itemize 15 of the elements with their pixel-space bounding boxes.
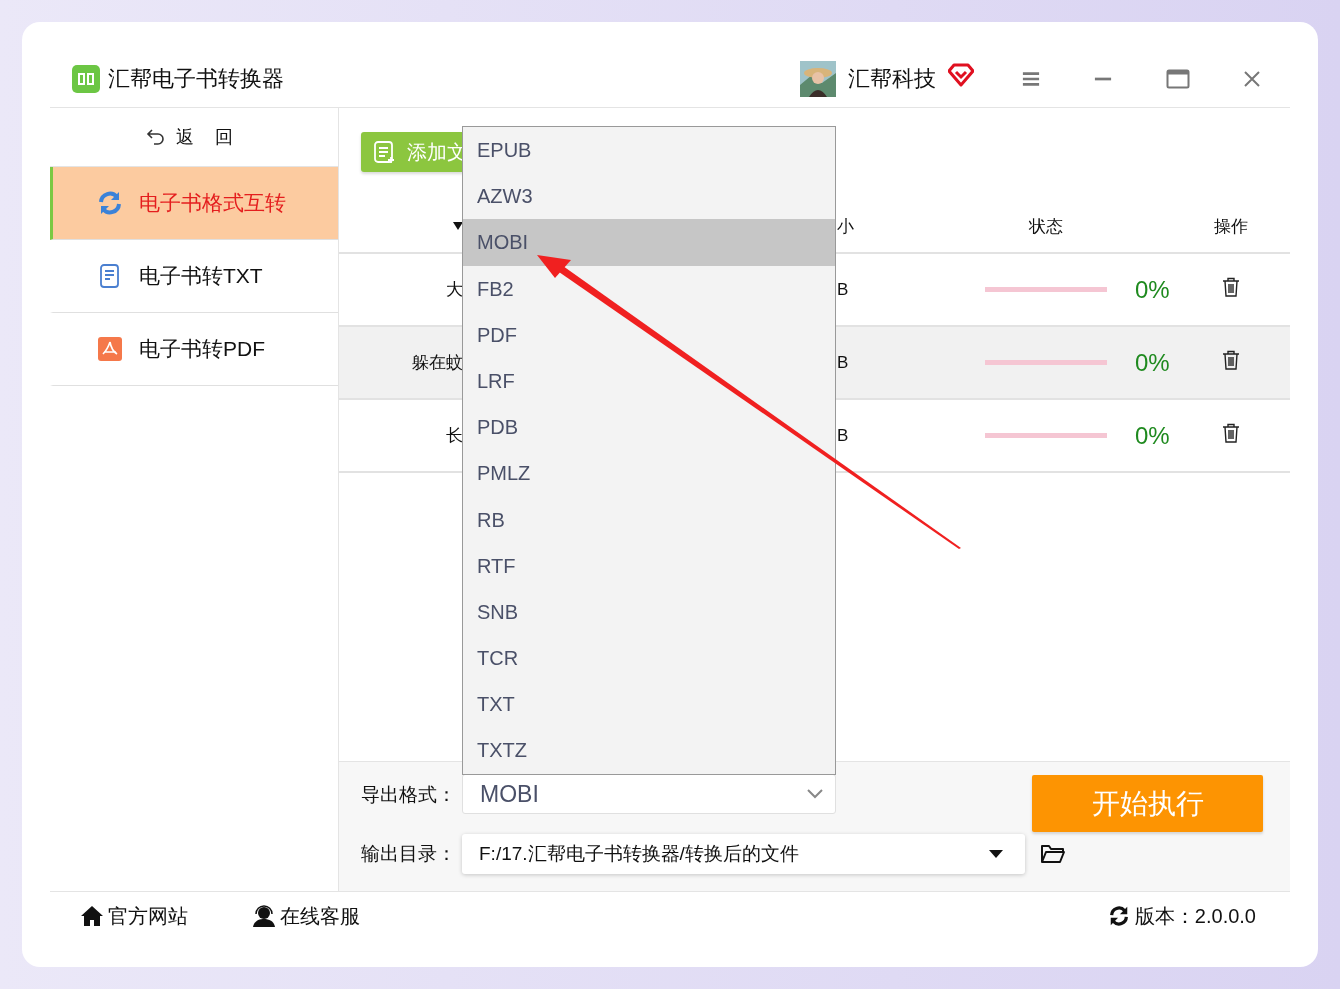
app-title: 汇帮电子书转换器 xyxy=(108,64,284,93)
format-label: 导出格式： xyxy=(361,783,457,807)
table-cell-text: 长 xyxy=(446,425,463,447)
table-cell-text: 大 xyxy=(446,279,463,301)
progress-percent: 0% xyxy=(1134,421,1170,449)
progress-percent: 0% xyxy=(1134,275,1170,303)
progress-percent: 0% xyxy=(1134,348,1170,376)
table-cell: B xyxy=(837,425,849,445)
column-header: 小 xyxy=(837,216,854,236)
table-cell: B xyxy=(837,352,849,372)
table-cell: B xyxy=(837,279,849,299)
table-cell-text: 躲在蚊 xyxy=(412,352,463,374)
column-header: 操作 xyxy=(1213,216,1248,236)
column-header: 状态 xyxy=(1029,216,1063,236)
output-dir-label: 输出目录： xyxy=(361,842,457,866)
